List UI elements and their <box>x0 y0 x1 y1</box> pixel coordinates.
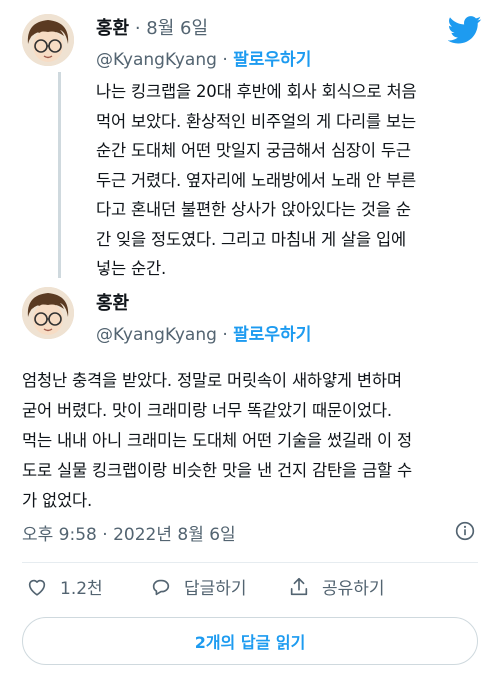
tweet1-author[interactable]: 홍환 · 8월 6일 <box>96 14 208 40</box>
reply-label: 답글하기 <box>184 579 247 599</box>
tweet2-text: 엄청난 충격을 받았다. 정말로 머릿속이 새하얗게 변하며 굳어 버렸다. 맛… <box>22 371 412 510</box>
read-replies-label: 2개의 답글 읽기 <box>194 633 306 652</box>
share-icon <box>290 577 308 595</box>
avatar[interactable] <box>22 14 74 66</box>
separator: · <box>216 325 234 345</box>
avatar-illustration <box>22 14 74 66</box>
divider <box>22 562 478 563</box>
info-icon[interactable] <box>455 521 475 541</box>
author-name[interactable]: 홍환 <box>96 18 129 39</box>
like-count: 1.2천 <box>60 579 103 599</box>
like-button[interactable]: 1.2천 <box>26 574 103 599</box>
share-label: 공유하기 <box>322 579 385 599</box>
author-handle[interactable]: @KyangKyang <box>96 50 217 70</box>
reply-icon <box>152 579 170 595</box>
separator: · <box>216 50 234 70</box>
thread-line <box>58 72 61 278</box>
twitter-bird-icon[interactable] <box>448 16 482 44</box>
avatar[interactable] <box>22 287 74 339</box>
follow-button[interactable]: 팔로우하기 <box>233 50 311 70</box>
tweet-timestamp[interactable]: 오후 9:58 · 2022년 8월 6일 <box>22 520 236 545</box>
read-replies-button[interactable]: 2개의 답글 읽기 <box>22 617 478 665</box>
separator: · <box>129 18 147 39</box>
reply-button[interactable]: 답글하기 <box>150 574 247 599</box>
heart-icon <box>28 579 46 596</box>
follow-button[interactable]: 팔로우하기 <box>233 325 311 345</box>
author-handle[interactable]: @KyangKyang <box>96 325 217 345</box>
avatar-illustration <box>22 287 74 339</box>
tweet2-handle-row: @KyangKyang · 팔로우하기 <box>96 320 311 345</box>
tweet1-handle-row: @KyangKyang · 팔로우하기 <box>96 45 311 70</box>
tweet1-text: 나는 킹크랩을 20대 후반에 회사 회식으로 처음 먹어 보았다. 환상적인 … <box>96 82 417 278</box>
tweet1-date[interactable]: 8월 6일 <box>146 18 208 39</box>
share-button[interactable]: 공유하기 <box>288 574 385 599</box>
author-name[interactable]: 홍환 <box>96 289 129 315</box>
